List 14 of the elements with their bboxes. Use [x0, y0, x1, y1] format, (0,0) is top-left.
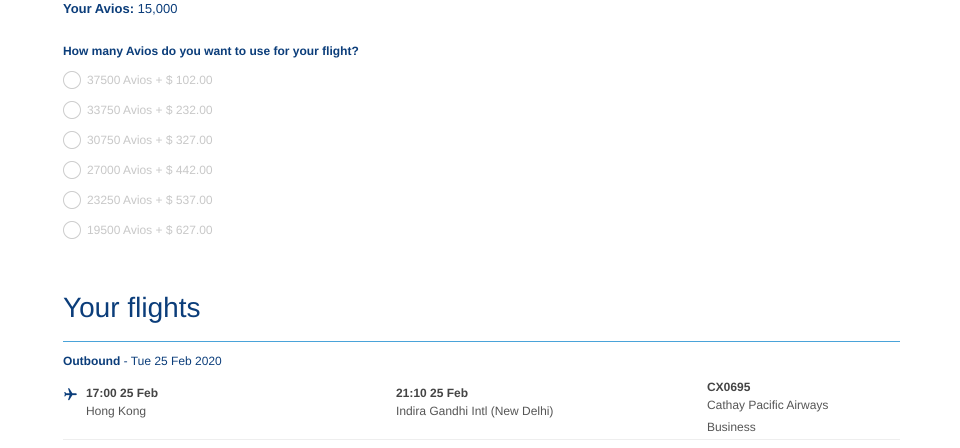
arrival-time: 21:10 25 Feb: [396, 386, 470, 400]
departure-time: 17:00 25 Feb: [86, 386, 158, 400]
cabin-class: Business: [707, 420, 757, 434]
airline-name: Cathay Pacific Airways: [707, 398, 828, 412]
outbound-date: - Tue 25 Feb 2020: [124, 354, 222, 368]
outbound-label: Outbound: [63, 354, 120, 368]
departure-place: Hong Kong: [86, 404, 148, 418]
arrival-place: Indira Gandhi Intl (New Delhi): [396, 404, 554, 418]
flight-number: CX0695: [707, 380, 752, 394]
plane-icon: [63, 387, 78, 402]
section-title: Your flights: [63, 291, 202, 325]
question-text: How many Avios do you want to use for your flight?: [63, 44, 360, 58]
avios-label: Your Avios:: [63, 1, 134, 16]
avios-value: 15,000: [138, 1, 178, 16]
